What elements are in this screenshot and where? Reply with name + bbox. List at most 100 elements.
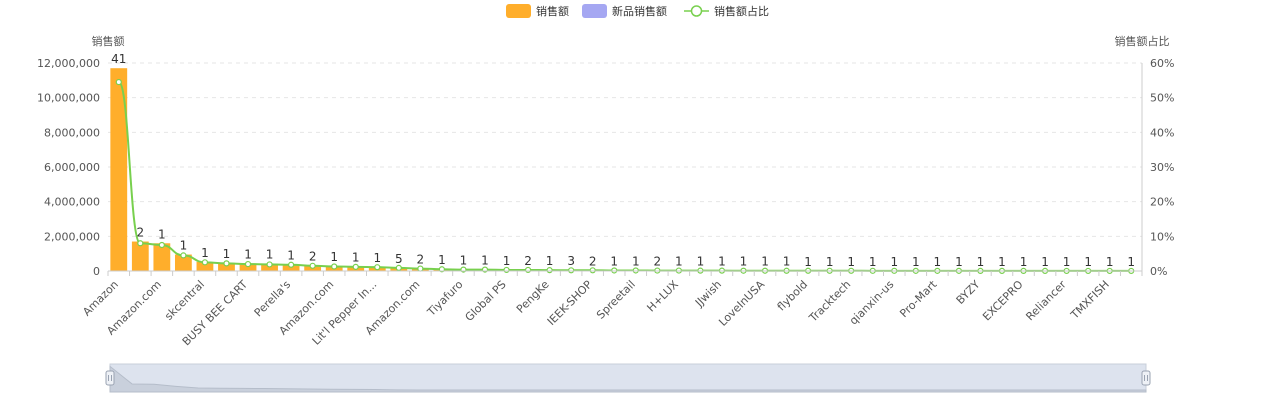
bar-data-label: 1 [697,255,705,269]
bar-data-label: 1 [718,255,726,269]
share-point [395,264,402,271]
bar-data-label: 1 [610,254,618,268]
y-left-tick-label: 2,000,000 [44,230,100,243]
y-axis-left-ticks: 0 2,000,000 4,000,000 6,000,000 8,000,000 10,… [37,57,100,278]
bar-data-label: 1 [1106,255,1114,269]
bar-series [110,68,1140,272]
share-point [309,262,316,269]
share-point [180,252,187,259]
bar-data-label: 1 [352,250,360,264]
y-axis-left-title: 销售额 [92,34,125,48]
bar-data-label: 1 [223,247,231,261]
bar-data-label: 1 [503,254,511,268]
share-point [137,240,144,247]
y-right-tick-label: 30% [1150,161,1174,174]
bar-data-label: 1 [890,255,898,269]
share-point [158,241,165,249]
share-line [117,81,1132,272]
bar-data-label: 1 [1063,255,1071,269]
share-point [524,266,532,274]
bar-data-label: 2 [417,252,425,266]
bar-data-label: 1 [438,253,446,267]
legend[interactable]: 销售额 新品销售额 销售额占比 [506,4,769,18]
y-left-tick-label: 10,000,000 [37,92,100,105]
data-zoom-slider[interactable] [105,363,1151,393]
x-axis [107,63,1143,276]
x-tick-label: TMXFISH [1068,278,1112,322]
legend-label-0: 销售额 [536,4,569,18]
bar-data-label: 1 [1084,255,1092,269]
bar-data-label: 1 [481,254,489,268]
y-axis-right-title: 销售额占比 [1115,34,1170,48]
x-tick-label: Pro-Mart [897,277,940,320]
bar-data-label: 3 [567,254,575,268]
share-point [632,267,639,274]
gridlines [108,62,1142,237]
x-tick-label: LoveInUSA [716,278,767,329]
bar-data-label: 41 [111,52,126,66]
share-line-series [115,78,1135,275]
bar-data-label: 1 [546,254,554,268]
bar-data-label: 1 [912,255,920,269]
x-tick-label: Perella's [252,278,294,320]
legend-swatch-0 [506,4,531,18]
share-point [115,78,122,86]
share-point [244,260,252,268]
share-point [331,263,338,270]
bar-data-label: 1 [158,227,166,241]
bar-data-label: 1 [998,255,1006,269]
chart-canvas: 销售额 新品销售额 销售额占比 销售额 销售额占比 02,000,0004,000,… [37,4,1174,393]
bar-data-label: 2 [309,249,317,263]
bar-data-label: 1 [1020,255,1028,269]
y-right-tick-label: 40% [1150,126,1174,139]
share-point [374,264,381,271]
bar-data-label: 1 [460,253,468,267]
legend-marker-2 [690,5,703,17]
zoom-handle-left [105,370,115,386]
bar-data-label: 1 [977,255,985,269]
bar-data-label: 1 [869,255,877,269]
bar-data-label: 1 [847,255,855,269]
share-point [266,261,273,268]
x-tick-label: IEEK-SHOP [545,278,595,328]
legend-label-2: 销售额占比 [714,4,769,18]
bar-data-label: 1 [180,239,188,253]
x-tick-label: H+LUX [644,278,681,315]
bar-data-label: 1 [934,255,942,269]
bar-data-label: 2 [524,254,532,268]
share-point [589,267,596,274]
x-tick-label: Global PS [463,278,509,324]
x-tick-label: qianxin-us [847,278,897,328]
bar-data-label: 2 [589,254,597,268]
share-point [568,267,575,274]
x-tick-label: Reliancer [1023,278,1069,324]
y-left-tick-label: 8,000,000 [44,126,100,139]
share-point [503,266,510,274]
share-point [417,265,424,272]
bar-data-label: 1 [826,255,834,269]
share-point [611,267,618,274]
x-axis-tick-labels: AmazonAmazon.comskcentralBUSY BEE CART Pe… [80,277,1112,348]
bar-data-label: 1 [632,254,640,268]
y-left-tick-label: 4,000,000 [44,196,100,209]
bar-data-label: 5 [395,252,403,266]
x-tick-label: Tiyafuro [424,278,466,320]
x-tick-label: EXCEPRO [980,278,1026,324]
zoom-handle-right [1141,370,1151,386]
bar-data-label: 1 [266,248,274,262]
legend-swatch-1 [582,4,607,18]
x-tick-label: BYZY [954,278,983,307]
bar-data-label: 1 [330,250,338,264]
y-right-tick-label: 50% [1150,92,1174,105]
x-tick-label: JJwish [692,278,724,310]
x-tick-label: flybold [775,278,810,313]
y-right-tick-label: 0% [1150,265,1167,278]
zoom-track [109,363,1147,393]
bar-data-label: 1 [201,246,209,260]
y-axis-right-ticks: 0% 10% 20% 30% 40% 50% 60% [1150,57,1174,278]
x-tick-label: PengKe [514,278,552,316]
bar-data-label: 1 [1127,255,1135,269]
bar-data-label: 1 [1041,255,1049,269]
y-left-tick-label: 0 [93,265,100,278]
y-right-tick-label: 20% [1150,196,1174,209]
